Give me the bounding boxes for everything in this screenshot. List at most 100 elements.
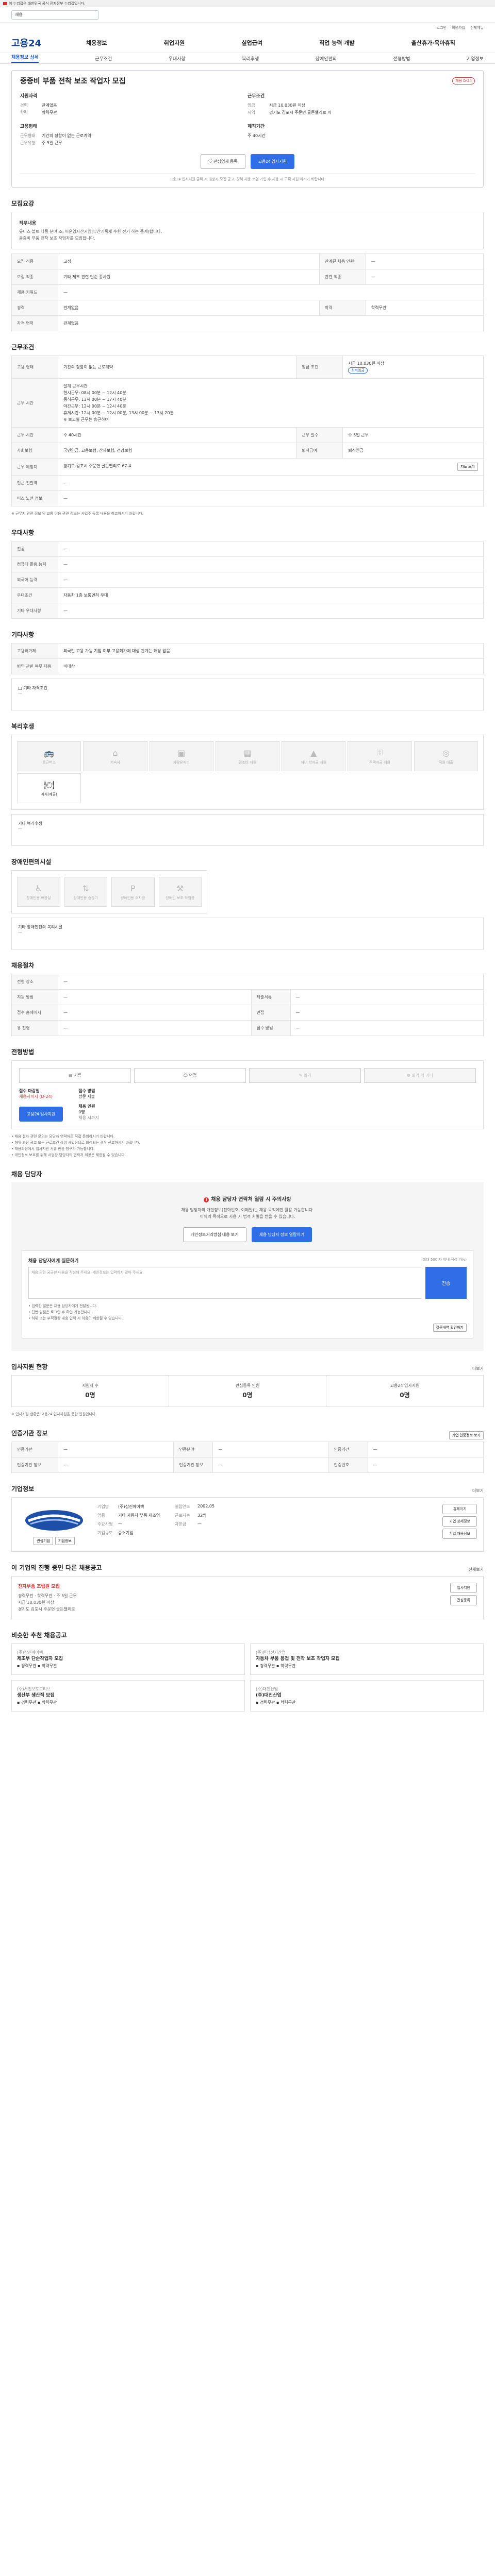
extra-title: 기타 장애인편의 복리시설 xyxy=(18,925,63,929)
tile-label: 장애인용 화장실 xyxy=(26,895,51,900)
homepage-button[interactable]: 홈페이지 xyxy=(442,1504,477,1514)
row-value: — xyxy=(365,253,484,269)
selection-table: 전형 장소 — 지원 방법 — 제출서류 — 접수 홈페이지 — 면접 — 유 전형 — 접수 방… xyxy=(11,974,484,1036)
map-button[interactable]: 지도 보기 xyxy=(457,463,478,471)
card-title[interactable]: (주)대진산업 xyxy=(256,1692,478,1699)
favorite-company-button[interactable]: ♡ 관심업체 등록 xyxy=(201,154,245,169)
row-label: 경력 xyxy=(11,300,58,316)
value: 주 5일 근무 xyxy=(42,141,62,145)
all-menu-link[interactable]: 전체메뉴 xyxy=(470,26,484,30)
bag-icon: ▪ xyxy=(17,1700,21,1705)
gnb-item-support[interactable]: 취업지원 xyxy=(164,39,185,47)
row-value: 설계 근무시간 현시근무: 08시 00분 ~ 12시 40분 중식근무: 13… xyxy=(58,378,484,428)
label: 기업명 xyxy=(97,1504,109,1509)
row-label: 지원 방법 xyxy=(11,989,58,1005)
company-more-link[interactable]: 더보기 xyxy=(472,1488,484,1494)
gnb-item-training[interactable]: 직업 능력 개발 xyxy=(319,39,354,47)
tab-detail[interactable]: 채용정보 상세 xyxy=(11,54,39,63)
tab-benefits[interactable]: 복리후생 xyxy=(242,55,259,62)
privacy-policy-button[interactable]: 개인정보처리방침 내용 보기 xyxy=(183,1227,246,1242)
recruit-detail-table: 모집 직종 고정 관계된 채용 인원 — 모집 직종 기타 제조 관련 단순 종사원 관련… xyxy=(11,253,484,331)
bullet: • 채용 절차 관련 문의는 담당자 연락처로 직접 문의하시기 바랍니다. xyxy=(11,1134,115,1139)
job-meta: 시급 10,030원 이상 xyxy=(18,1600,54,1605)
tab-disability[interactable]: 장애인편의 xyxy=(316,55,337,62)
table-row: 근무 시간 설계 근무시간 현시근무: 08시 00분 ~ 12시 40분 중식… xyxy=(11,378,484,428)
value: — xyxy=(197,1521,202,1526)
tab-company[interactable]: 기업정보 xyxy=(467,55,484,62)
row-label: 면접 xyxy=(251,1005,291,1021)
tile-label: 자녀 학자금 지원 xyxy=(301,760,327,765)
coin-icon: ◎ xyxy=(442,748,450,758)
tab-conditions[interactable]: 근무조건 xyxy=(95,55,112,62)
other-job-buttons: 입사지원 관심등록 xyxy=(450,1583,477,1613)
value: 주 40시간 xyxy=(248,133,266,138)
card-title[interactable]: 제조부 단순작업자 모집 xyxy=(17,1656,239,1663)
gnb-item-jobs[interactable]: 채용정보 xyxy=(86,39,107,47)
company-jobs-button[interactable]: 기업 채용정보 xyxy=(442,1529,477,1539)
favorite-company-small-button[interactable]: 관심기업 xyxy=(34,1537,53,1545)
method-label: 필기 xyxy=(303,1073,311,1078)
benefit-tile: ◎ 직원 대출 xyxy=(414,741,478,771)
gnb-menu: 채용정보 취업지원 실업급여 직업 능력 개발 출산휴가·육아휴직 xyxy=(58,39,484,47)
other-jobs-more-link[interactable]: 전체보기 xyxy=(469,1567,484,1572)
table-row: 고용허가제 외국인 고용 가능 기업 여부 고용허가제 대상 관계는 해당 없음 xyxy=(11,643,484,659)
section-title: 우대사항 xyxy=(11,529,35,536)
view-manager-button[interactable]: 채용 담당자 정보 열람하기 xyxy=(251,1227,312,1242)
row-label: 모집 직종 xyxy=(11,269,58,285)
row-label: 사회보험 xyxy=(11,443,58,459)
section-title: 이 기업의 진행 중인 다른 채용공고 xyxy=(11,1564,102,1571)
stats-more-link[interactable]: 더보기 xyxy=(472,1366,484,1371)
tab-preferences[interactable]: 우대사항 xyxy=(169,55,186,62)
apply-button[interactable]: 고용24 입사지원 xyxy=(250,154,294,169)
row-value: — xyxy=(58,603,484,619)
table-row: 지원 방법 — 제출서류 — xyxy=(11,989,484,1005)
tile-label: 직원 대출 xyxy=(438,760,453,765)
company-info-small-button[interactable]: 기업정보 xyxy=(55,1537,75,1545)
key-icon: ⚿ xyxy=(376,748,383,757)
other-job-favorite-button[interactable]: 관심등록 xyxy=(450,1595,477,1605)
disability-tile: ⇅ 장애인용 승강기 xyxy=(64,877,107,907)
row-label: 모집 직종 xyxy=(11,253,58,269)
apply-button-bottom[interactable]: 고용24 입사지원 xyxy=(19,1107,63,1122)
row-label: 학력 xyxy=(319,300,366,316)
tab-selection[interactable]: 전형방법 xyxy=(393,55,410,62)
company-detail-button[interactable]: 기업 상세정보 xyxy=(442,1516,477,1527)
conditions-table: 고용 형태 기간의 정함이 없는 근로계약 임금 조건 시급 10,030원 이상 최저… xyxy=(11,355,484,506)
cert-info-button[interactable]: 기업 인증정보 보기 xyxy=(449,1431,484,1439)
qna-send-button[interactable]: 전송 xyxy=(425,1267,467,1299)
row-value: — xyxy=(290,989,484,1005)
label: 학력 xyxy=(20,110,28,115)
recommend-card[interactable]: (주)서진오토모티브 생산부 생산직 모집 ▪ 경력무관 ▪ 학력무관 xyxy=(11,1680,245,1711)
job-card-title[interactable]: 전자부품 조립원 모집 xyxy=(18,1583,443,1589)
conditions-note: ※ 근무지 관련 정보 및 교통 이용 관련 정보는 사업주 등록 내용을 참고… xyxy=(11,512,143,516)
card-title[interactable]: 생산부 생산직 모집 xyxy=(17,1692,239,1699)
label: 설립연도 xyxy=(175,1504,190,1509)
row-label: 접수 홈페이지 xyxy=(11,1005,58,1021)
gnb-item-benefit[interactable]: 실업급여 xyxy=(241,39,262,47)
recommend-card[interactable]: (주)삼진에어텍 제조부 단순작업자 모집 ▪ 경력무관 ▪ 학력무관 xyxy=(11,1643,245,1675)
row-value: — xyxy=(58,490,484,506)
gnb-item-leave[interactable]: 출산휴가·육아휴직 xyxy=(411,39,455,47)
table-row: 접수 홈페이지 — 면접 — xyxy=(11,1005,484,1021)
card-title[interactable]: 자동차 부품 용접 및 전착 보조 작업자 모집 xyxy=(256,1656,478,1663)
other-job-card[interactable]: 전자부품 조립원 모집 경력무관 · 학력무관 · 주 5일 근무 시급 10,… xyxy=(11,1576,484,1619)
row-value: — xyxy=(58,541,484,557)
summary-heading: 고용형태 xyxy=(20,124,38,129)
panel-text: 중증비 부품 전착 보조 작업자를 모집합니다. xyxy=(19,236,95,241)
tile-label: 주택자금 지원 xyxy=(369,760,390,765)
qna-history-button[interactable]: 질문내역 확인하기 xyxy=(433,1324,467,1332)
site-logo[interactable]: 고용24 xyxy=(11,36,58,49)
qna-textarea[interactable]: 채용 관련 궁금한 내용을 작성해 주세요. 개인정보는 입력하지 말아 주세요… xyxy=(28,1267,421,1299)
tile-label: 장애인용 승강기 xyxy=(73,895,98,900)
card-meta: 경력무관 xyxy=(21,1664,37,1668)
recommend-card[interactable]: (주)대진산업 (주)대진산업 ▪ 경력무관 ▪ 학력무관 xyxy=(250,1680,484,1711)
search-input[interactable]: 채용 xyxy=(11,10,99,20)
disability-tile: ♿ 장애인용 화장실 xyxy=(17,877,60,907)
section-title: 채용절차 xyxy=(11,962,35,969)
gov-notice-text: 이 누리집은 대한민국 공식 전자정부 누리집입니다. xyxy=(9,2,86,6)
bullet: • 허위 또는 부적절한 내용 입력 시 이용이 제한될 수 있습니다. xyxy=(28,1316,123,1320)
login-link[interactable]: 로그인 xyxy=(437,26,447,30)
signup-link[interactable]: 회원가입 xyxy=(452,26,465,30)
recommend-card[interactable]: (주)한성전자산업 자동차 부품 용접 및 전착 보조 작업자 모집 ▪ 경력무… xyxy=(250,1643,484,1675)
other-job-apply-button[interactable]: 입사지원 xyxy=(450,1583,477,1593)
